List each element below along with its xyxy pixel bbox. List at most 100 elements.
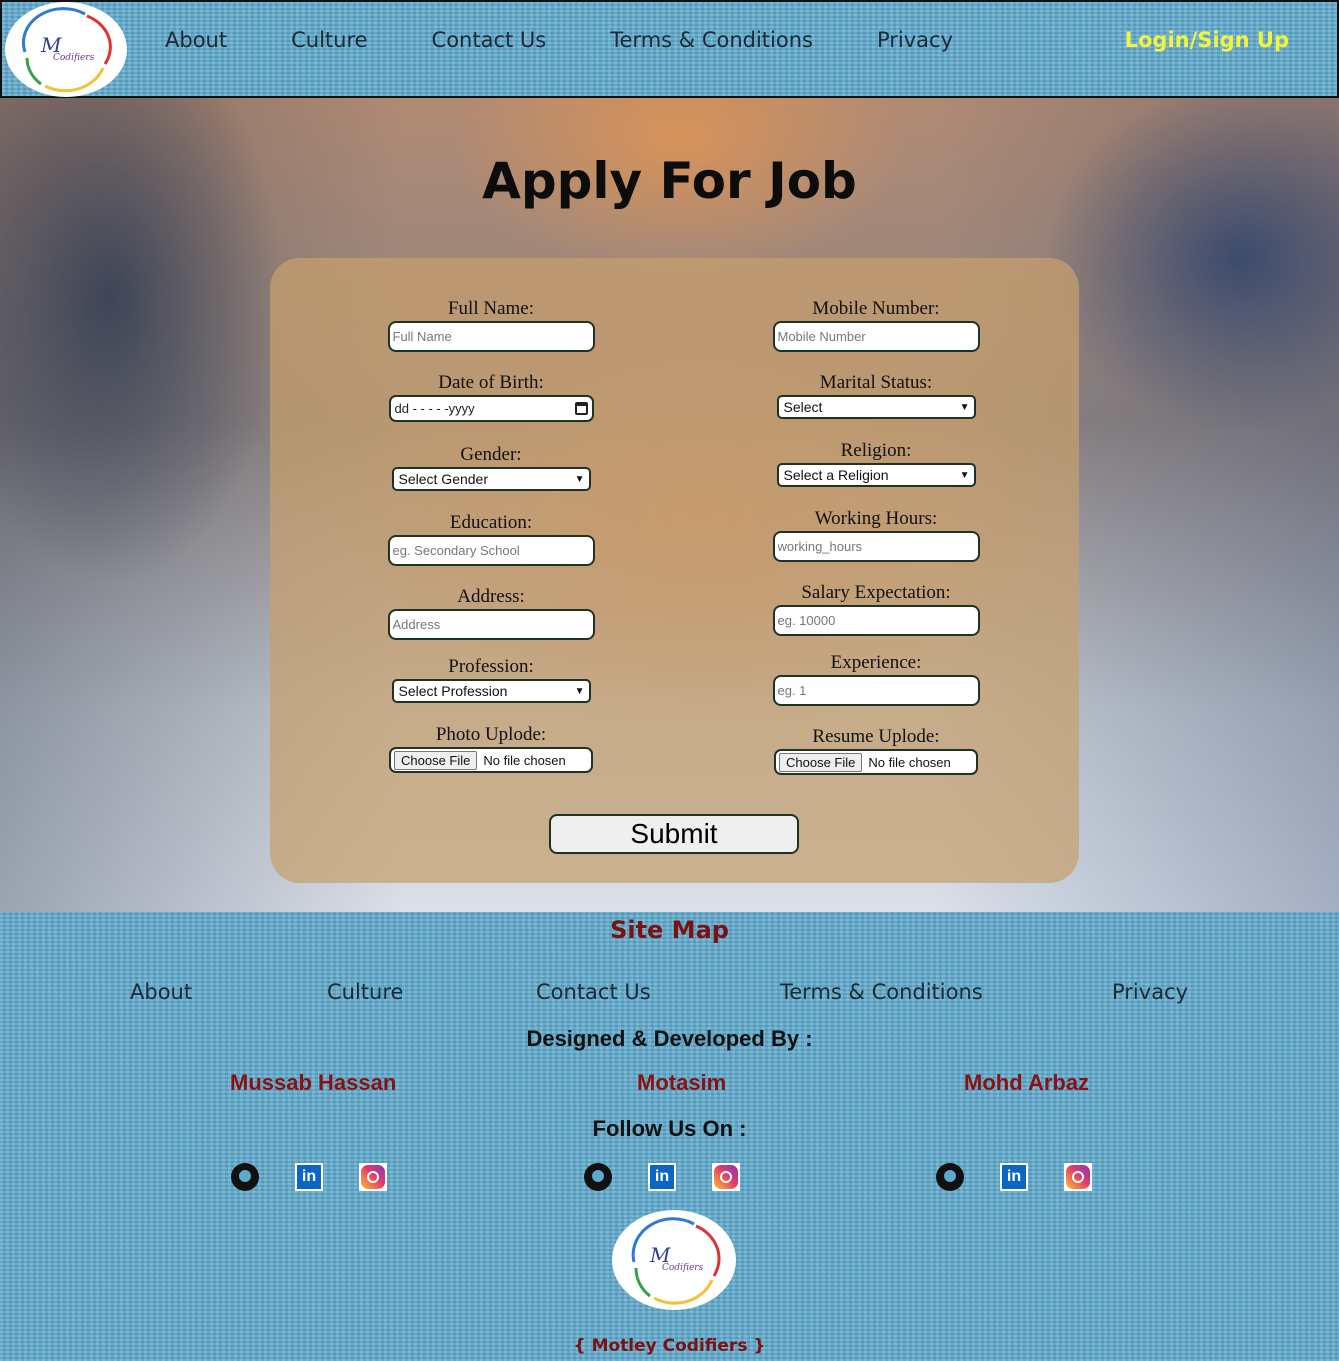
svg-text:Codifiers: Codifiers: [53, 53, 95, 63]
job-application-form: Full Name: Date of Birth: dd - - - - -yy…: [270, 258, 1079, 883]
linkedin-glyph: in: [1002, 1165, 1026, 1189]
gender-value: Select Gender: [398, 471, 489, 487]
chevron-down-icon: ▼: [959, 469, 970, 481]
marital-value: Select: [783, 399, 823, 415]
resume-upload-input[interactable]: Choose File No file chosen: [774, 749, 978, 775]
resume-upload-field: Resume Uplode: Choose File No file chose…: [766, 726, 986, 775]
religion-label: Religion:: [840, 440, 912, 461]
photo-upload-field: Photo Uplode: Choose File No file chosen: [381, 724, 601, 773]
gender-select[interactable]: Select Gender ▼: [391, 467, 591, 491]
instagram-glyph: [361, 1165, 385, 1189]
logo-graphic: M Codifiers: [21, 7, 112, 93]
education-field: Education:: [381, 512, 601, 566]
photo-upload-label: Photo Uplode:: [435, 724, 547, 745]
religion-value: Select a Religion: [783, 467, 889, 483]
linkedin-glyph: in: [297, 1165, 321, 1189]
login-signup-link[interactable]: Login/Sign Up: [1125, 28, 1289, 52]
religion-select[interactable]: Select a Religion ▼: [776, 463, 976, 487]
footer-about-link[interactable]: About: [130, 980, 192, 1004]
gender-field: Gender: Select Gender ▼: [381, 444, 601, 491]
developer-name: Motasim: [637, 1070, 727, 1095]
footer-logo[interactable]: M Codifiers: [612, 1210, 736, 1310]
hero-section: Apply For Job Full Name: Date of Birth: …: [0, 98, 1339, 912]
full-name-input[interactable]: [387, 321, 595, 352]
instagram-icon[interactable]: [712, 1163, 740, 1191]
nav-about[interactable]: About: [165, 28, 227, 52]
address-label: Address:: [457, 586, 525, 607]
working-hours-input[interactable]: [772, 531, 980, 562]
dob-input[interactable]: dd - - - - -yyyy: [388, 395, 594, 422]
marital-field: Marital Status: Select ▼: [766, 372, 986, 419]
marital-label: Marital Status:: [819, 372, 933, 393]
brand-name: { Motley Codifiers }: [573, 1336, 766, 1356]
education-input[interactable]: [387, 535, 595, 566]
footer-terms-link[interactable]: Terms & Conditions: [780, 980, 983, 1004]
instagram-icon[interactable]: [1064, 1163, 1092, 1191]
github-icon[interactable]: [936, 1163, 964, 1191]
address-field: Address:: [381, 586, 601, 640]
calendar-icon[interactable]: [574, 402, 588, 415]
photo-upload-input[interactable]: Choose File No file chosen: [389, 747, 593, 773]
nav-privacy[interactable]: Privacy: [877, 28, 953, 52]
footer-contact-link[interactable]: Contact Us: [536, 980, 651, 1004]
nav-links: About Culture Contact Us Terms & Conditi…: [165, 28, 1017, 52]
footer-privacy-link[interactable]: Privacy: [1112, 980, 1188, 1004]
profession-select[interactable]: Select Profession ▼: [391, 679, 591, 703]
dob-label: Date of Birth:: [438, 372, 544, 393]
address-input[interactable]: [387, 609, 595, 640]
linkedin-icon[interactable]: in: [295, 1163, 323, 1191]
salary-label: Salary Expectation:: [801, 582, 951, 603]
dob-field: Date of Birth: dd - - - - -yyyy: [381, 372, 601, 422]
github-icon[interactable]: [584, 1163, 612, 1191]
dob-value: dd - - - - -yyyy: [394, 401, 475, 416]
experience-input[interactable]: [772, 675, 980, 706]
footer-culture-link[interactable]: Culture: [327, 980, 403, 1004]
mobile-field: Mobile Number:: [766, 298, 986, 352]
resume-upload-label: Resume Uplode:: [812, 726, 940, 747]
resume-file-status: No file chosen: [868, 754, 951, 770]
gender-label: Gender:: [460, 444, 522, 465]
nav-culture[interactable]: Culture: [291, 28, 367, 52]
logo[interactable]: M Codifiers: [5, 2, 127, 97]
education-label: Education:: [449, 512, 533, 533]
working-hours-label: Working Hours:: [814, 508, 938, 529]
mobile-input[interactable]: [772, 321, 980, 352]
working-hours-field: Working Hours:: [766, 508, 986, 562]
github-icon[interactable]: [231, 1163, 259, 1191]
instagram-glyph: [1066, 1165, 1090, 1189]
designed-by-heading: Designed & Developed By :: [526, 1026, 813, 1051]
developer-name: Mussab Hassan: [230, 1070, 397, 1095]
instagram-icon[interactable]: [359, 1163, 387, 1191]
religion-field: Religion: Select a Religion ▼: [766, 440, 986, 487]
nav-terms[interactable]: Terms & Conditions: [610, 28, 813, 52]
resume-choose-file-button[interactable]: Choose File: [779, 752, 863, 772]
follow-us-heading: Follow Us On :: [592, 1116, 747, 1141]
profession-value: Select Profession: [398, 683, 508, 699]
linkedin-icon[interactable]: in: [1000, 1163, 1028, 1191]
sitemap-title: Site Map: [610, 916, 729, 944]
svg-text:Codifiers: Codifiers: [662, 1263, 704, 1273]
nav-contact[interactable]: Contact Us: [432, 28, 547, 52]
photo-file-status: No file chosen: [483, 752, 566, 768]
top-navbar: M Codifiers About Culture Contact Us Ter…: [0, 0, 1339, 98]
salary-input[interactable]: [772, 605, 980, 636]
chevron-down-icon: ▼: [959, 401, 970, 413]
footer-logo-graphic: M Codifiers: [631, 1217, 721, 1305]
marital-select[interactable]: Select ▼: [776, 395, 976, 419]
submit-button[interactable]: Submit: [549, 814, 799, 854]
photo-choose-file-button[interactable]: Choose File: [394, 750, 478, 770]
linkedin-icon[interactable]: in: [648, 1163, 676, 1191]
chevron-down-icon: ▼: [574, 473, 585, 485]
page-title: Apply For Job: [482, 152, 857, 210]
full-name-field: Full Name:: [381, 298, 601, 352]
experience-label: Experience:: [830, 652, 922, 673]
profession-field: Profession: Select Profession ▼: [381, 656, 601, 703]
chevron-down-icon: ▼: [574, 685, 585, 697]
experience-field: Experience:: [766, 652, 986, 706]
full-name-label: Full Name:: [447, 298, 535, 319]
linkedin-glyph: in: [650, 1165, 674, 1189]
footer: Site Map About Culture Contact Us Terms …: [0, 912, 1339, 1361]
salary-field: Salary Expectation:: [766, 582, 986, 636]
instagram-glyph: [714, 1165, 738, 1189]
mobile-label: Mobile Number:: [812, 298, 940, 319]
